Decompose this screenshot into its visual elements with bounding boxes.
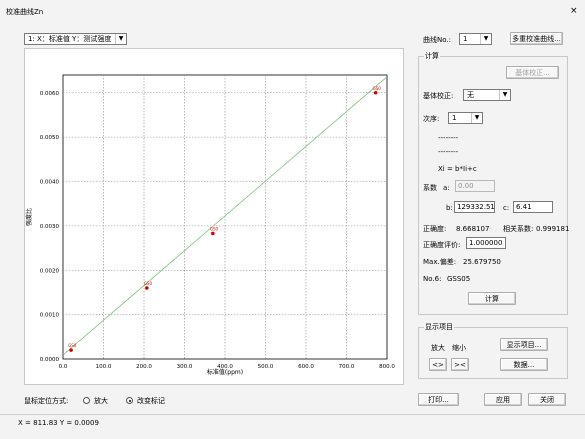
accuracy-eval-field[interactable]: 1.000000 [466, 237, 506, 249]
axis-selector[interactable]: 1: X：标准值 Y：测试强度 ▼ [24, 33, 127, 45]
x-tick-label: 100.0 [96, 364, 112, 370]
y-tick-label: 0.0060 [40, 91, 60, 97]
accuracy-label: 正确度: [423, 225, 447, 233]
curve-no-label: 曲线No.: [423, 36, 451, 44]
dashes-2: -------- [438, 148, 459, 156]
y-tick-label: 0.0040 [40, 180, 60, 186]
coef-label: 系数 [423, 184, 437, 192]
data-point-label: GS0 [68, 343, 77, 348]
axis-selector-value: 1: X：标准值 Y：测试强度 [28, 35, 112, 43]
b-field[interactable]: 129332.51 [454, 201, 495, 213]
data-point-label: GS0 [144, 281, 153, 286]
y-tick-label: 0.0010 [40, 313, 60, 319]
mouse-mode-label: 鼠标定位方式: [24, 397, 69, 405]
b-label: b: [446, 204, 453, 212]
chevron-down-icon: ▼ [499, 90, 510, 100]
accuracy-eval-label: 正确度评价: [423, 241, 461, 249]
print-button[interactable]: 打印... [418, 393, 459, 406]
y-tick-label: 0.0050 [40, 135, 60, 141]
dashes-1: -------- [438, 134, 459, 142]
base-correction-button[interactable]: 基体校正... [506, 66, 559, 79]
x-axis-label: 标准值(ppm) [207, 368, 243, 376]
window-title: 校准曲线Zn [6, 8, 44, 16]
data-point [69, 348, 73, 352]
a-field[interactable]: 0.00 [455, 180, 495, 192]
zoom-out-label: 缩小 [452, 344, 466, 352]
chart-panel[interactable]: 0.0000 0.0010 0.0020 0.0030 0.0040 0.0050 0.00… [24, 48, 404, 385]
x-tick-label: 500.0 [258, 364, 274, 370]
status-divider [0, 414, 585, 415]
data-point-label: GS0 [210, 226, 219, 231]
max-dev-label: Max.偏差: [423, 258, 457, 266]
order-label: 次序: [423, 115, 440, 123]
chevron-down-icon: ▼ [471, 113, 482, 123]
order-value: 1 [452, 114, 457, 122]
curve-no-value: 1 [463, 35, 468, 43]
data-button[interactable]: 数据... [500, 358, 548, 371]
zoom-in-button[interactable]: <> [429, 358, 447, 371]
c-field[interactable]: 6.41 [513, 201, 553, 213]
corr-label: 相关系数: [503, 225, 534, 233]
apply-button[interactable]: 应用 [484, 393, 522, 406]
data-point [373, 90, 378, 95]
x-tick-label: 800.0 [379, 364, 395, 370]
order-select[interactable]: 1 ▼ [448, 112, 483, 124]
data-point [211, 231, 215, 236]
close-button[interactable]: 关闭 [528, 393, 566, 406]
display-group-caption: 显示项目 [424, 322, 454, 332]
y-tick-label: 0.0020 [40, 268, 60, 274]
chevron-down-icon: ▼ [115, 34, 126, 44]
calc-group-caption: 计算 [424, 51, 440, 61]
data-point-label: GS0 [373, 86, 382, 91]
x-tick-label: 300.0 [177, 364, 193, 370]
x-tick-label: 200.0 [136, 364, 152, 370]
radio-zoom[interactable] [83, 397, 90, 404]
x-tick-label: 700.0 [339, 364, 355, 370]
x-tick-label: 600.0 [298, 364, 314, 370]
accuracy-value: 8.668107 [456, 225, 490, 233]
max-dev-value: 25.679750 [463, 258, 501, 266]
zoom-out-button[interactable]: >< [451, 358, 469, 371]
x-tick-label: 0.0 [59, 364, 68, 370]
zoom-in-label: 放大 [431, 344, 445, 352]
y-axis-label: 强度比 [25, 208, 33, 226]
a-label: a: [443, 184, 450, 192]
y-tick-label: 0.0030 [40, 224, 60, 230]
multi-curve-button[interactable]: 多重校准曲线... [510, 32, 563, 45]
chevron-down-icon: ▼ [480, 34, 491, 44]
formula: Xi = b*Ii+c [438, 165, 477, 173]
close-icon[interactable]: × [570, 6, 578, 16]
display-items-button[interactable]: 显示项目... [500, 338, 548, 351]
radio-zoom-label: 放大 [94, 397, 108, 405]
base-correction-label: 基体校正: [423, 92, 454, 100]
radio-change-marker[interactable] [126, 397, 133, 404]
corr-value: 0.999181 [536, 225, 570, 233]
c-label: c: [503, 204, 510, 212]
data-point [145, 286, 149, 290]
no-value: GSS05 [447, 275, 471, 283]
radio-change-marker-label: 改变标记 [137, 397, 165, 405]
calc-button[interactable]: 计算 [468, 292, 516, 305]
y-tick-label: 0.0000 [40, 357, 60, 363]
base-correction-select[interactable]: 无 ▼ [463, 89, 511, 101]
base-correction-value: 无 [467, 91, 474, 99]
curve-no-select[interactable]: 1 ▼ [459, 33, 492, 45]
status-bar: X = 811.83 Y = 0.0009 [18, 419, 99, 427]
no-label: No.6: [423, 275, 442, 283]
calibration-chart[interactable]: 0.00000.00100.00200.00300.00400.00500.00… [25, 49, 405, 386]
